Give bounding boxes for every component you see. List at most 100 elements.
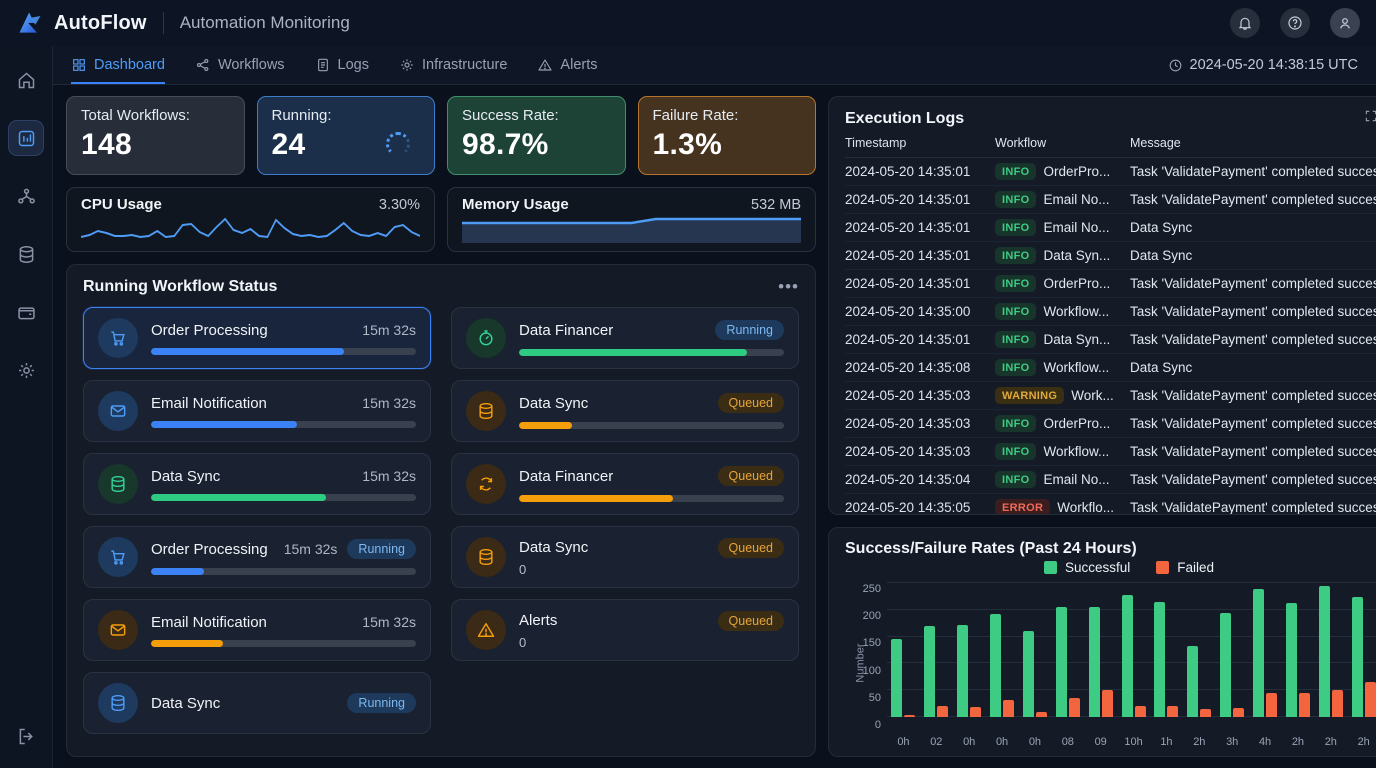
workflow-card-order-processing[interactable]: Order Processing 15m 32s Running	[83, 526, 431, 588]
workflow-elapsed-time: 15m 32s	[362, 614, 416, 630]
bar-successful	[990, 614, 1001, 717]
logs-panel-title: Execution Logs	[845, 110, 964, 128]
sidebar-item-jobs[interactable]	[8, 294, 44, 330]
progress-bar	[519, 422, 784, 429]
log-row[interactable]: 2024-05-20 14:35:03 INFOOrderPro... Task…	[845, 410, 1376, 438]
workflow-card-data-financer[interactable]: Data Financer Running	[451, 307, 799, 369]
workflow-card-data-financer[interactable]: Data Financer Queued	[451, 453, 799, 515]
y-tick: 200	[863, 610, 881, 622]
x-tick: 0h	[887, 736, 920, 748]
sidebar-item-workflows[interactable]	[8, 178, 44, 214]
tab-dashboard[interactable]: Dashboard	[71, 46, 165, 84]
memory-usage-value: 532 MB	[751, 197, 801, 213]
bar-group	[1183, 583, 1216, 717]
stat-cards: Total Workflows: 148 Running: 24 Success…	[66, 96, 816, 175]
log-row[interactable]: 2024-05-20 14:35:08 INFOWorkflow... Data…	[845, 354, 1376, 382]
alert-triangle-icon	[476, 620, 496, 640]
tab-workflows[interactable]: Workflows	[195, 46, 285, 84]
log-level-badge: INFO	[995, 303, 1036, 320]
log-row[interactable]: 2024-05-20 14:35:05 ERRORWorkflo... Task…	[845, 494, 1376, 515]
log-row[interactable]: 2024-05-20 14:35:01 INFOEmail No... Task…	[845, 186, 1376, 214]
log-message: Task 'ValidatePayment' completed success…	[1130, 416, 1376, 431]
bar-failed	[904, 715, 915, 717]
log-row[interactable]: 2024-05-20 14:35:01 INFOEmail No... Data…	[845, 214, 1376, 242]
bar-successful	[1220, 613, 1231, 717]
log-workflow: Workflow...	[1043, 304, 1109, 319]
stat-card-success-rate-: Success Rate: 98.7%	[447, 96, 626, 175]
log-row[interactable]: 2024-05-20 14:35:01 INFOOrderPro... Task…	[845, 158, 1376, 186]
log-workflow: OrderPro...	[1043, 276, 1110, 291]
share-nodes-icon	[195, 57, 211, 73]
log-row[interactable]: 2024-05-20 14:35:01 INFOOrderPro... Task…	[845, 270, 1376, 298]
x-tick: 02	[920, 736, 953, 748]
autoflow-logo-icon	[16, 9, 44, 37]
workflow-card-data-sync[interactable]: Data Sync Queued 0	[451, 526, 799, 588]
log-workflow: OrderPro...	[1043, 416, 1110, 431]
tab-alerts[interactable]: Alerts	[537, 46, 597, 84]
log-timestamp: 2024-05-20 14:35:04	[845, 472, 995, 487]
x-tick: 0h	[1019, 736, 1052, 748]
database-icon	[108, 693, 128, 713]
log-timestamp: 2024-05-20 14:35:03	[845, 444, 995, 459]
log-row[interactable]: 2024-05-20 14:35:04 INFOEmail No... Task…	[845, 466, 1376, 494]
bar-failed	[937, 706, 948, 717]
timer-icon	[466, 318, 506, 358]
alert-triangle-icon	[466, 610, 506, 650]
mail-icon	[98, 391, 138, 431]
x-tick: 2h	[1282, 736, 1315, 748]
sidebar-item-logout[interactable]	[8, 718, 44, 754]
bar-successful	[1154, 602, 1165, 717]
chart-title: Success/Failure Rates (Past 24 Hours)	[845, 540, 1137, 558]
user-avatar[interactable]	[1330, 8, 1360, 38]
sidebar-item-database[interactable]	[8, 236, 44, 272]
cpu-usage-title: CPU Usage	[81, 196, 162, 213]
sidebar-item-home[interactable]	[8, 62, 44, 98]
log-timestamp: 2024-05-20 14:35:05	[845, 500, 995, 515]
bar-successful	[1286, 603, 1297, 717]
status-badge: Queued	[718, 393, 784, 413]
stat-card-failure-rate-: Failure Rate: 1.3%	[638, 96, 817, 175]
progress-bar	[519, 349, 784, 356]
workflow-elapsed-time: 15m 32s	[284, 541, 338, 557]
log-row[interactable]: 2024-05-20 14:35:01 INFOData Syn... Task…	[845, 326, 1376, 354]
y-axis-label: Number	[855, 643, 867, 682]
log-row[interactable]: 2024-05-20 14:35:01 INFOData Syn... Data…	[845, 242, 1376, 270]
workflow-card-data-sync[interactable]: Data Sync Running	[83, 672, 431, 734]
bar-group	[1117, 583, 1150, 717]
spinner-icon	[386, 132, 410, 156]
workflow-card-email-notification[interactable]: Email Notification 15m 32s	[83, 599, 431, 661]
execution-logs-panel: Execution Logs ••• Timestamp Workflow Me…	[828, 96, 1376, 515]
log-message: Task 'ValidatePayment' completed success…	[1130, 500, 1376, 515]
y-tick: 0	[875, 719, 881, 731]
log-level-badge: INFO	[995, 415, 1036, 432]
workflow-count: 0	[519, 635, 784, 650]
workflow-card-data-sync[interactable]: Data Sync Queued	[451, 380, 799, 442]
timer-icon	[476, 328, 496, 348]
bar-group	[1282, 583, 1315, 717]
mail-icon	[108, 620, 128, 640]
log-row[interactable]: 2024-05-20 14:35:00 INFOWorkflow... Task…	[845, 298, 1376, 326]
notifications-button[interactable]	[1230, 8, 1260, 38]
help-button[interactable]	[1280, 8, 1310, 38]
sidebar-item-settings[interactable]	[8, 352, 44, 388]
workflow-elapsed-time: 15m 32s	[362, 395, 416, 411]
bar-failed	[1332, 690, 1343, 717]
log-row[interactable]: 2024-05-20 14:35:03 WARNINGWork... Task …	[845, 382, 1376, 410]
expand-icon[interactable]	[1364, 109, 1376, 128]
workflow-card-alerts[interactable]: Alerts Queued 0	[451, 599, 799, 661]
tab-infrastructure[interactable]: Infrastructure	[399, 46, 507, 84]
sidebar-item-dashboard[interactable]	[8, 120, 44, 156]
workflow-name: Alerts	[519, 612, 708, 629]
database-icon	[476, 547, 496, 567]
log-row[interactable]: 2024-05-20 14:35:03 INFOWorkflow... Task…	[845, 438, 1376, 466]
bar-group	[1347, 583, 1376, 717]
workflow-card-data-sync[interactable]: Data Sync 15m 32s	[83, 453, 431, 515]
x-tick: 3h	[1216, 736, 1249, 748]
workflow-card-order-processing[interactable]: Order Processing 15m 32s	[83, 307, 431, 369]
workflow-card-email-notification[interactable]: Email Notification 15m 32s	[83, 380, 431, 442]
log-message: Task 'ValidatePayment' completed success…	[1130, 276, 1376, 291]
workflow-panel-menu-button[interactable]: •••	[778, 282, 799, 292]
cart-icon	[108, 547, 128, 567]
memory-usage-card: Memory Usage 532 MB	[447, 187, 816, 252]
tab-logs[interactable]: Logs	[315, 46, 369, 84]
